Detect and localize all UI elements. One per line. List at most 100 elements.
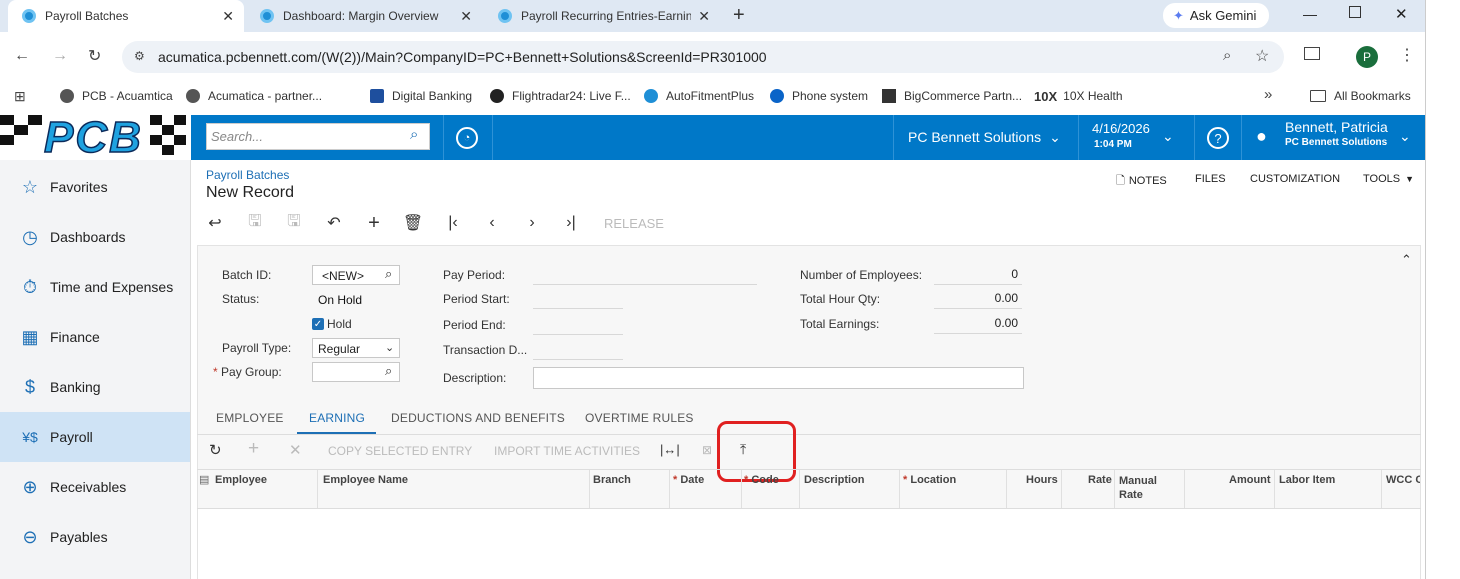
col-description[interactable]: Description (804, 474, 865, 486)
window-close-icon[interactable]: ✕ (1395, 5, 1408, 23)
back-arrow-icon[interactable]: ↩ (204, 212, 226, 234)
first-record-icon[interactable]: |‹ (442, 212, 464, 234)
search-icon[interactable]: ⌕ (410, 126, 418, 143)
sidebar-item-dashboards[interactable]: ◷ Dashboards (0, 212, 190, 262)
last-record-icon[interactable]: ›| (560, 212, 582, 234)
col-branch[interactable]: Branch (593, 474, 631, 486)
site-info-icon[interactable]: ⚙ (134, 49, 145, 63)
export-excel-icon[interactable]: ⊠ (702, 443, 712, 457)
recent-history-icon[interactable]: ◔ (456, 127, 478, 149)
bookmark-item[interactable]: BigCommerce Partn... (882, 82, 1022, 110)
sidebar-item-favorites[interactable]: ☆ Favorites (0, 162, 190, 212)
notes-button[interactable]: 🗋 NOTES (1116, 172, 1167, 191)
add-icon[interactable]: + (363, 212, 385, 234)
col-employee[interactable]: Employee (215, 474, 267, 486)
tab-deductions-benefits[interactable]: DEDUCTIONS AND BENEFITS (391, 411, 565, 425)
sidebar-item-payables[interactable]: ⊖ Payables (0, 512, 190, 562)
row-selector-icon[interactable]: ▤ (199, 473, 209, 486)
maximize-icon[interactable] (1349, 6, 1361, 18)
zoom-icon[interactable]: ⌕ (1223, 47, 1231, 64)
col-code[interactable]: * Code (744, 474, 779, 486)
tools-menu[interactable]: TOOLS ▼ (1363, 173, 1414, 185)
copy-selected-entry-button[interactable]: COPY SELECTED ENTRY (328, 444, 472, 458)
minimize-icon[interactable]: — (1303, 6, 1317, 22)
sidebar-item-finance[interactable]: ▦ Finance (0, 312, 190, 362)
tab-search-icon[interactable] (1304, 47, 1320, 60)
payroll-type-select[interactable]: Regular ⌄ (312, 338, 400, 358)
previous-record-icon[interactable]: ‹ (481, 212, 503, 234)
sidebar-item-payroll[interactable]: ¥$ Payroll (0, 412, 190, 462)
customization-button[interactable]: CUSTOMIZATION (1250, 173, 1340, 185)
col-manual-rate[interactable]: Manual Rate (1119, 474, 1169, 502)
browser-tab-recurring[interactable]: Payroll Recurring Entries-Earnin ✕ (484, 0, 720, 32)
bookmark-star-icon[interactable]: ☆ (1255, 46, 1269, 66)
col-employee-name[interactable]: Employee Name (323, 474, 408, 486)
batch-id-field[interactable]: <NEW> ⌕ (312, 265, 400, 285)
bookmark-item[interactable]: Flightradar24: Live F... (490, 82, 631, 110)
more-bookmarks-icon[interactable]: » (1264, 86, 1272, 103)
browser-tab-dashboard[interactable]: Dashboard: Margin Overview ✕ (246, 0, 482, 32)
pcb-logo[interactable]: PCB (0, 115, 191, 160)
company-selector[interactable]: PC Bennett Solutions ⌄ (908, 129, 1061, 146)
back-icon[interactable]: ← (14, 47, 30, 65)
release-button[interactable]: RELEASE (604, 216, 664, 231)
add-row-icon[interactable]: + (248, 438, 259, 460)
url-field[interactable]: ⚙ acumatica.pcbennett.com/(W(2))/Main?Co… (122, 41, 1284, 73)
close-tab-icon[interactable]: ✕ (460, 8, 472, 25)
lookup-search-icon[interactable]: ⌕ (385, 363, 392, 379)
ask-gemini-button[interactable]: ✦ Ask Gemini (1163, 3, 1269, 28)
import-time-activities-button[interactable]: IMPORT TIME ACTIVITIES (494, 444, 640, 458)
apps-grid-icon[interactable]: ⊞ (14, 88, 26, 105)
browser-menu-icon[interactable]: ⋮ (1399, 45, 1415, 65)
bookmark-item[interactable]: Phone system (770, 82, 868, 110)
col-amount[interactable]: Amount (1229, 474, 1271, 486)
tab-employee[interactable]: EMPLOYEE (216, 411, 284, 425)
col-date[interactable]: * Date (673, 474, 704, 486)
tab-earning[interactable]: EARNING (309, 411, 365, 425)
breadcrumb[interactable]: Payroll Batches (206, 168, 289, 182)
business-date[interactable]: 4/16/2026 (1092, 121, 1150, 136)
chevron-down-icon[interactable]: ⌄ (1399, 128, 1411, 145)
close-tab-icon[interactable]: ✕ (698, 8, 710, 25)
bookmark-item[interactable]: Acumatica - partner... (186, 82, 322, 110)
col-location[interactable]: * Location (903, 474, 956, 486)
all-bookmarks-folder[interactable]: All Bookmarks (1310, 82, 1411, 110)
save-close-icon[interactable]: 🖫 (244, 212, 266, 234)
description-input[interactable] (533, 367, 1024, 389)
search-input[interactable]: Search... ⌕ (206, 123, 430, 150)
next-record-icon[interactable]: › (521, 212, 543, 234)
files-button[interactable]: FILES (1195, 173, 1226, 185)
close-tab-icon[interactable]: ✕ (222, 8, 234, 25)
forward-icon[interactable]: → (52, 47, 68, 65)
user-name[interactable]: Bennett, Patricia (1285, 119, 1388, 135)
col-wcc-code[interactable]: WCC C (1386, 474, 1420, 486)
sidebar-item-receivables[interactable]: ⊕ Receivables (0, 462, 190, 512)
pay-group-field[interactable]: ⌕ (312, 362, 400, 382)
fit-columns-icon[interactable]: |↔| (660, 442, 680, 457)
new-tab-button[interactable]: + (733, 4, 745, 27)
sidebar-item-time-expenses[interactable]: ⏱ Time and Expenses (0, 262, 190, 312)
bookmark-item[interactable]: 10X 10X Health (1034, 82, 1123, 110)
bookmark-item[interactable]: PCB - Acuamtica (60, 82, 173, 110)
refresh-icon[interactable]: ↻ (209, 441, 222, 459)
delete-row-icon[interactable]: ✕ (289, 441, 302, 459)
col-labor-item[interactable]: Labor Item (1279, 474, 1335, 486)
save-icon[interactable]: 🖫 (283, 212, 305, 234)
chevron-down-icon[interactable]: ⌄ (1162, 128, 1174, 145)
col-hours[interactable]: Hours (1026, 474, 1058, 486)
lookup-search-icon[interactable]: ⌕ (385, 266, 392, 282)
browser-tab-payroll-batches[interactable]: Payroll Batches ✕ (8, 0, 244, 32)
col-rate[interactable]: Rate (1088, 474, 1112, 486)
bookmark-item[interactable]: Digital Banking (370, 82, 472, 110)
collapse-chevron-icon[interactable]: ⌃ (1401, 252, 1412, 268)
sidebar-item-banking[interactable]: $ Banking (0, 362, 190, 412)
pay-period-field[interactable] (533, 267, 757, 285)
reload-icon[interactable]: ↻ (88, 46, 101, 66)
profile-avatar[interactable]: P (1356, 46, 1378, 68)
help-icon[interactable]: ? (1207, 127, 1229, 149)
bookmark-item[interactable]: AutoFitmentPlus (644, 82, 754, 110)
hold-checkbox[interactable]: ✓ (312, 318, 324, 330)
undo-icon[interactable]: ↶ (323, 212, 345, 234)
delete-icon[interactable]: 🗑 (402, 212, 424, 234)
tab-overtime-rules[interactable]: OVERTIME RULES (585, 411, 694, 425)
